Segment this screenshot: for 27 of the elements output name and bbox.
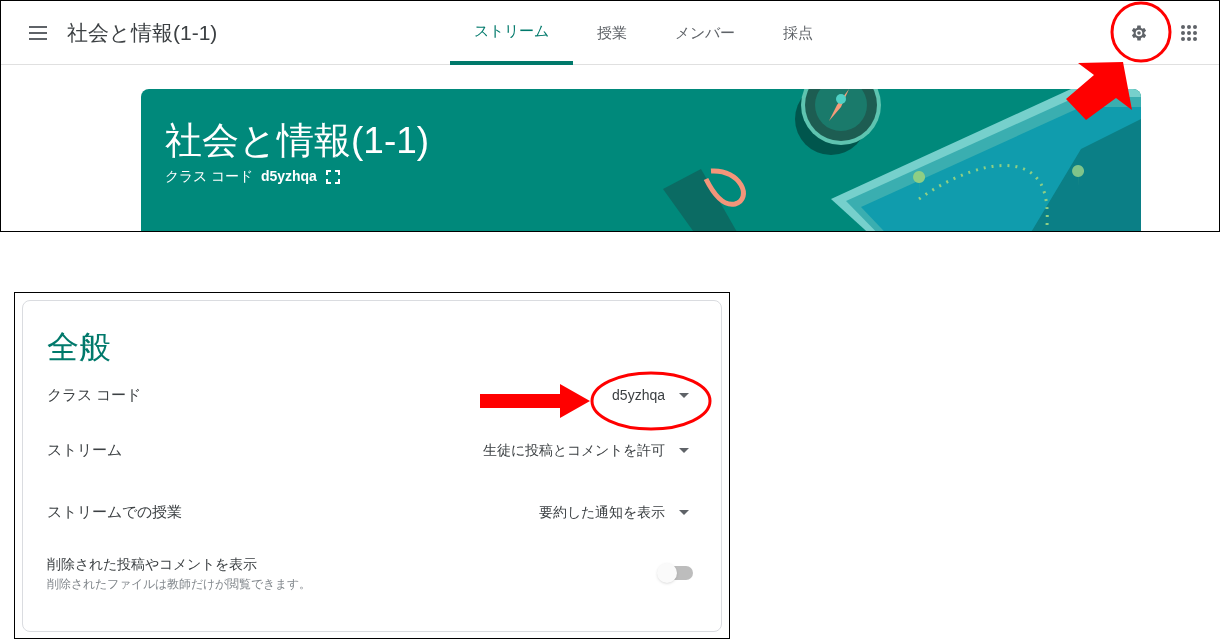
setting-label: ストリームでの授業 [47, 501, 182, 522]
class-code: d5yzhqa [260, 167, 317, 186]
annotation-arrow [1066, 62, 1132, 120]
tab[interactable]: メンバー [651, 1, 759, 65]
caret-icon [679, 447, 689, 453]
fullscreen-icon [324, 168, 341, 185]
fullscreen-button[interactable] [324, 168, 341, 185]
class-title: 社会と情報(1-1) [67, 19, 218, 46]
section-title: 全般 [47, 328, 112, 367]
banner-title: 社会と情報(1-1) [165, 119, 430, 163]
setting-label: ストリーム [47, 439, 122, 460]
setting-label: クラス コード [47, 384, 142, 405]
caret-icon [679, 509, 689, 515]
setting-dropdown[interactable]: d5yzhqa [612, 384, 697, 406]
tab[interactable]: ストリーム [450, 1, 573, 65]
class-code-label: クラス コード [165, 167, 253, 186]
toggle-switch[interactable] [657, 563, 693, 583]
setting-dropdown[interactable]: 要約した通知を表示 [539, 501, 697, 523]
tab[interactable]: 採点 [759, 1, 837, 65]
annotation-circle [1110, 1, 1172, 63]
menu-icon [28, 25, 48, 40]
setting-dropdown[interactable]: 生徒に投稿とコメントを許可 [483, 439, 697, 461]
caret-icon [679, 392, 689, 398]
setting-label: 削除された投稿やコメントを表示 [47, 554, 258, 574]
tab[interactable]: 授業 [573, 1, 651, 65]
setting-description: 削除されたファイルは教師だけが閲覧できます。 [47, 575, 311, 593]
grid-icon [1181, 24, 1197, 41]
